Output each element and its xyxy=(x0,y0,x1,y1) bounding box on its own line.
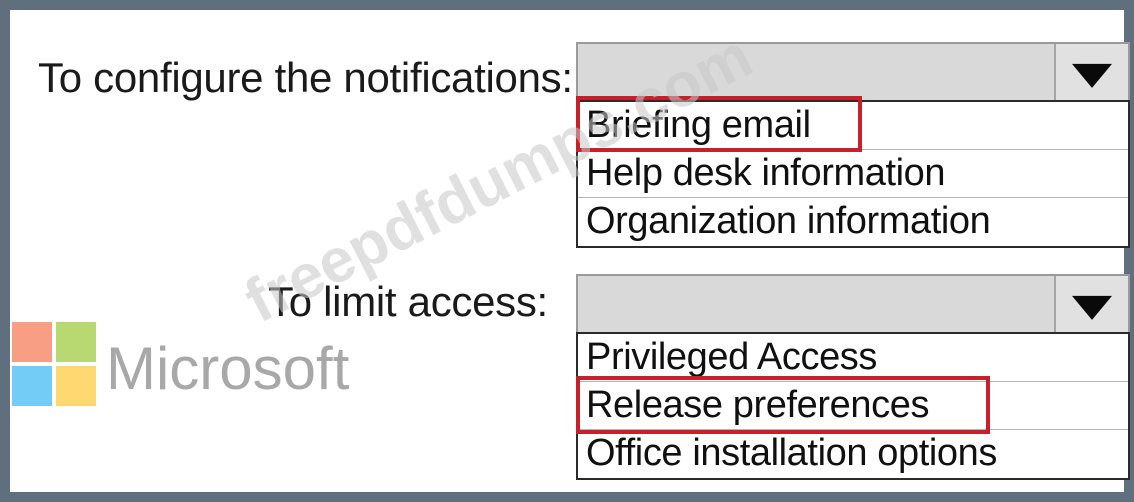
option-help-desk-information[interactable]: Help desk information xyxy=(578,150,1128,198)
notifications-dropdown[interactable] xyxy=(576,42,1130,104)
limit-access-option-list: Privileged Access Release preferences Of… xyxy=(576,332,1130,480)
notifications-option-list: Briefing email Help desk information Org… xyxy=(576,100,1130,248)
dropdown-toggle[interactable] xyxy=(1054,44,1128,102)
option-privileged-access[interactable]: Privileged Access xyxy=(578,334,1128,382)
answer-area-frame: To configure the notifications: Briefing… xyxy=(0,0,1134,502)
microsoft-logo-text: Microsoft xyxy=(106,335,350,402)
option-release-preferences[interactable]: Release preferences xyxy=(578,382,1128,430)
option-office-installation-options[interactable]: Office installation options xyxy=(578,430,1128,478)
logo-square-green xyxy=(56,322,96,362)
dropdown-toggle[interactable] xyxy=(1054,276,1128,334)
chevron-down-icon xyxy=(1072,63,1112,88)
logo-square-yellow xyxy=(56,366,96,406)
question-label-limit-access: To limit access: xyxy=(268,278,548,325)
option-briefing-email[interactable]: Briefing email xyxy=(578,102,1128,150)
logo-square-red xyxy=(12,322,52,362)
limit-access-dropdown[interactable] xyxy=(576,274,1130,336)
question-label-notifications: To configure the notifications: xyxy=(38,54,573,101)
option-organization-information[interactable]: Organization information xyxy=(578,198,1128,246)
chevron-down-icon xyxy=(1072,295,1112,320)
microsoft-logo-icon xyxy=(12,322,96,406)
logo-square-blue xyxy=(12,366,52,406)
